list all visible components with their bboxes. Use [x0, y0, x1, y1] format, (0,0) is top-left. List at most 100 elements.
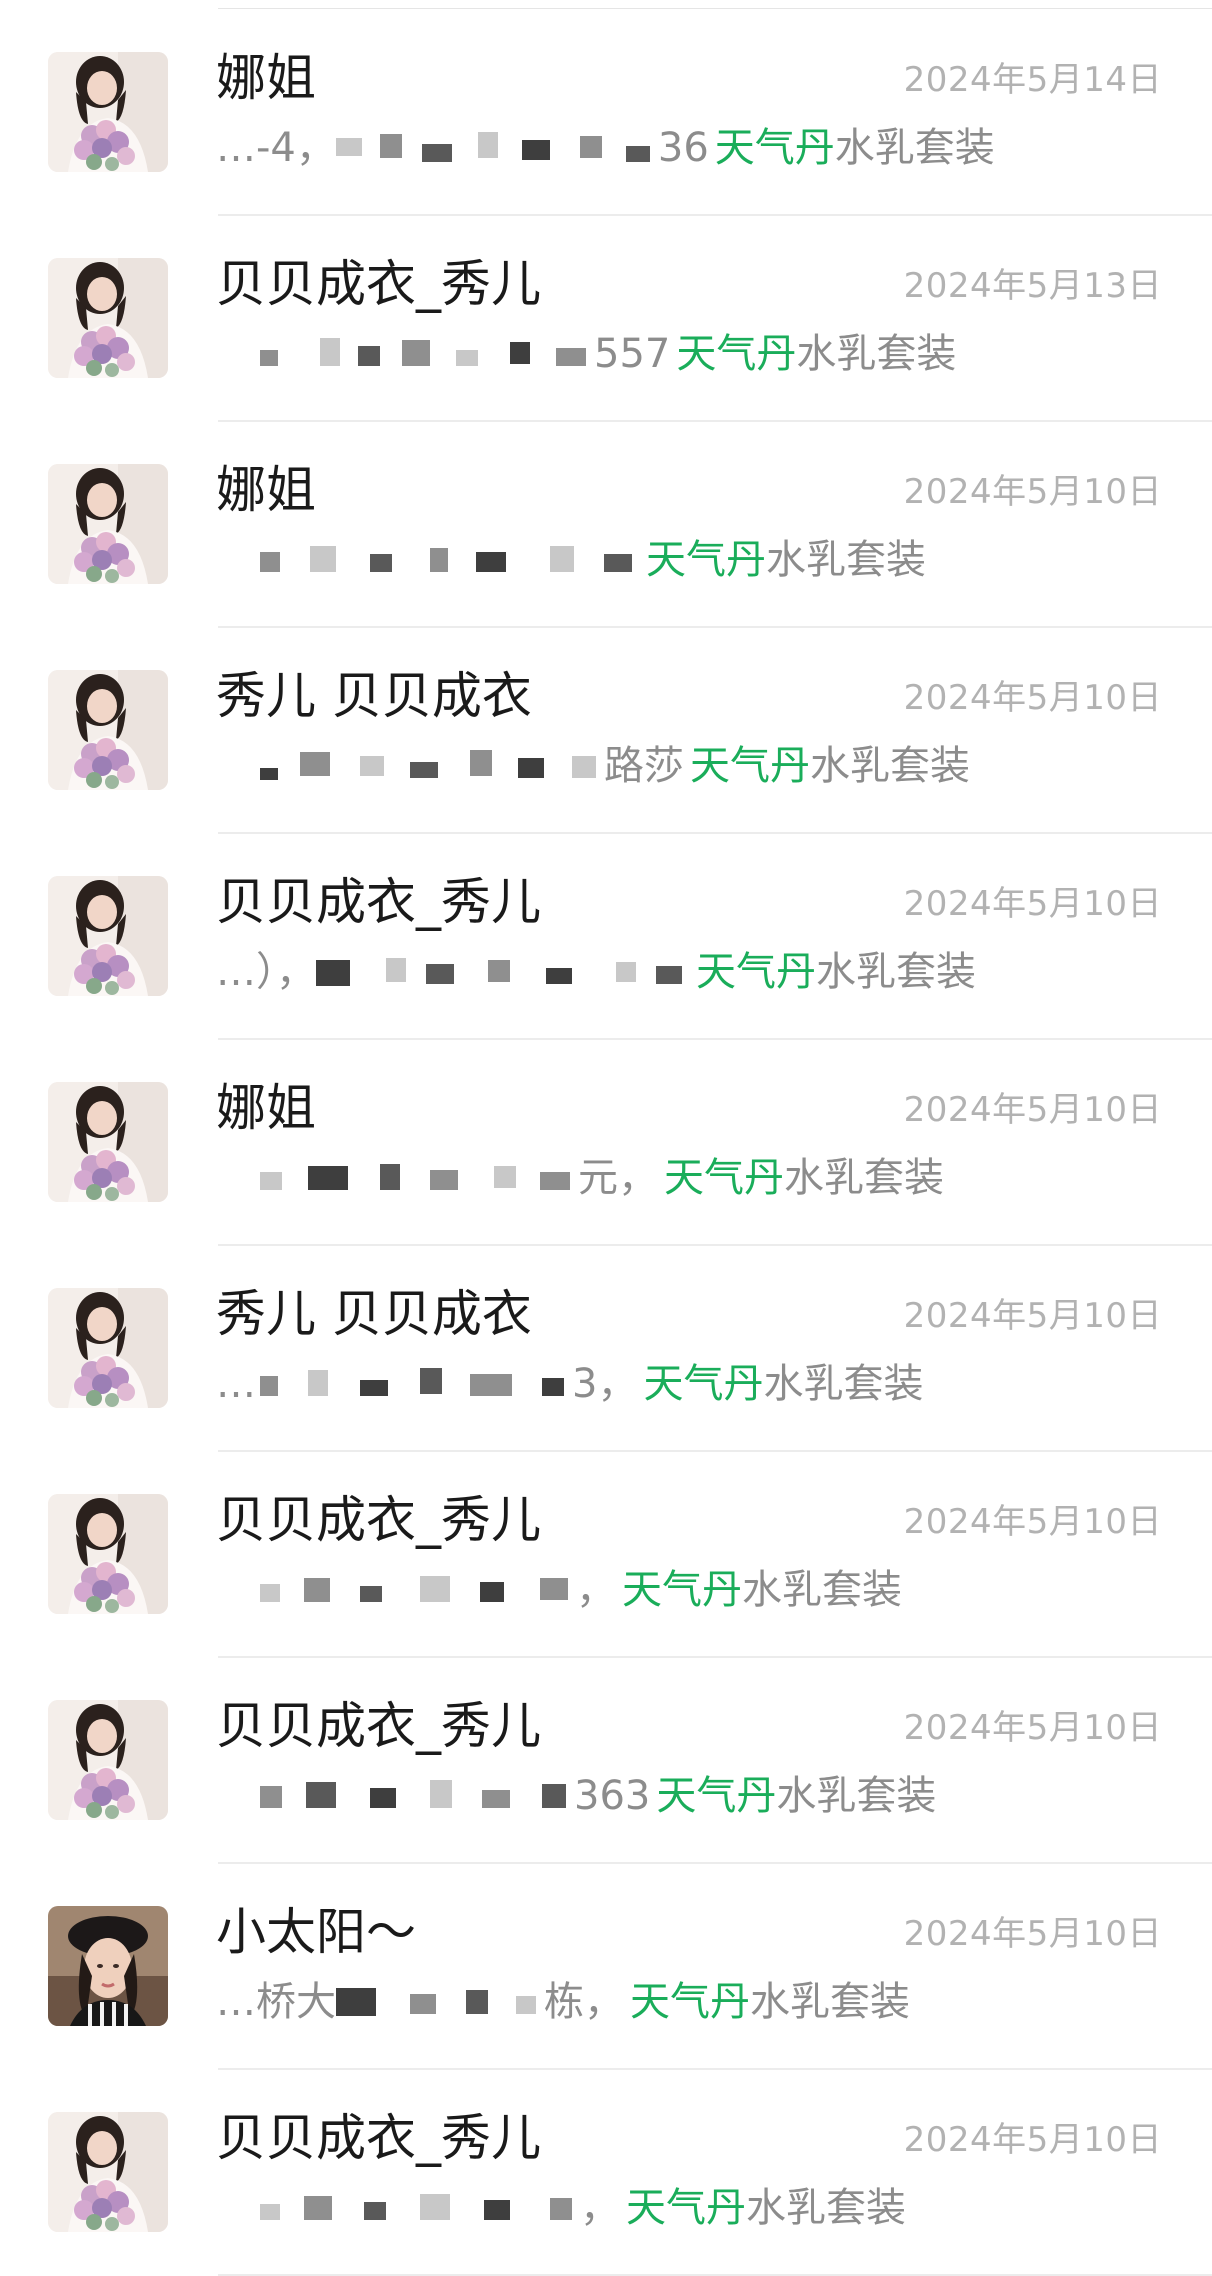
- redaction-mask: [335, 130, 650, 170]
- preview-product: 水乳套装: [816, 949, 976, 995]
- redaction-mask: [260, 1572, 568, 1612]
- avatar-image[interactable]: [48, 1082, 168, 1202]
- preview-product: 水乳套装: [766, 537, 926, 583]
- preview-product: 水乳套装: [810, 743, 970, 789]
- preview-prefix: …桥大: [216, 1979, 336, 2025]
- avatar-image[interactable]: [48, 1700, 168, 1820]
- message-preview: ，天气丹水乳套装: [216, 1562, 1116, 1618]
- chat-name: 贝贝成衣_秀儿: [216, 1697, 541, 1755]
- message-preview: 363 天气丹水乳套装: [216, 1768, 1116, 1824]
- chat-list-item[interactable]: 娜姐 2024年5月14日 …-4， 36 天气丹水乳套装: [0, 10, 1212, 216]
- avatar-image[interactable]: [48, 464, 168, 584]
- redaction-mask: [260, 1160, 570, 1200]
- message-preview: ，天气丹水乳套装: [216, 2180, 1116, 2236]
- preview-tail: 栋，: [544, 1979, 624, 2025]
- chat-search-results-list: 娜姐 2024年5月14日 …-4， 36 天气丹水乳套装 贝贝成衣_秀儿 2024年5月1…: [0, 10, 1212, 2276]
- preview-product: 水乳套装: [742, 1567, 902, 1613]
- preview-product: 水乳套装: [834, 125, 995, 171]
- chat-list-item[interactable]: 贝贝成衣_秀儿 2024年5月13日 557 天气丹水乳套装: [0, 216, 1212, 422]
- chat-name: 秀儿 贝贝成衣: [216, 667, 532, 725]
- chat-list-item[interactable]: 贝贝成衣_秀儿 2024年5月10日 ，天气丹水乳套装: [0, 2070, 1212, 2276]
- redaction-mask: [260, 2190, 572, 2230]
- redaction-mask: [260, 1366, 564, 1406]
- chat-name: 贝贝成衣_秀儿: [216, 1491, 541, 1549]
- chat-list-item[interactable]: 娜姐 2024年5月10日元， 天气丹水乳套装: [0, 1040, 1212, 1246]
- chat-date: 2024年5月10日: [903, 2120, 1162, 2160]
- redaction-mask: [260, 336, 586, 376]
- avatar-image[interactable]: [48, 1288, 168, 1408]
- chat-date: 2024年5月10日: [903, 1914, 1162, 1954]
- keyword-highlight: 天气丹: [643, 1361, 764, 1407]
- avatar-image[interactable]: [48, 670, 168, 790]
- avatar-image[interactable]: [48, 258, 168, 378]
- keyword-highlight: 天气丹: [622, 1567, 742, 1613]
- message-preview: …桥大 栋， 天气丹水乳套装: [216, 1974, 1116, 2030]
- preview-prefix: …），: [216, 949, 316, 995]
- keyword-highlight: 天气丹: [676, 331, 797, 377]
- chat-date: 2024年5月13日: [903, 266, 1162, 306]
- chat-name: 秀儿 贝贝成衣: [216, 1285, 532, 1343]
- chat-date: 2024年5月10日: [903, 1502, 1162, 1542]
- chat-name: 娜姐: [216, 1079, 316, 1137]
- avatar-image[interactable]: [48, 2112, 168, 2232]
- top-divider: [218, 8, 1212, 9]
- keyword-highlight: 天气丹: [626, 2185, 746, 2231]
- chat-name: 贝贝成衣_秀儿: [216, 873, 541, 931]
- keyword-highlight: 天气丹: [646, 537, 766, 583]
- chat-list-item[interactable]: 秀儿 贝贝成衣 2024年5月10日 … 3， 天气丹水乳套装: [0, 1246, 1212, 1452]
- keyword-highlight: 天气丹: [696, 949, 816, 995]
- chat-list-item[interactable]: 秀儿 贝贝成衣 2024年5月10日路莎 天气丹水乳套装: [0, 628, 1212, 834]
- preview-product: 水乳套装: [763, 1361, 924, 1407]
- chat-date: 2024年5月14日: [903, 60, 1162, 100]
- chat-date: 2024年5月10日: [903, 1708, 1162, 1748]
- avatar-image[interactable]: [48, 1494, 168, 1614]
- chat-date: 2024年5月10日: [903, 678, 1162, 718]
- keyword-highlight: 天气丹: [690, 743, 810, 789]
- message-preview: …）， 天气丹水乳套装: [216, 944, 1116, 1000]
- chat-list-item[interactable]: 娜姐 2024年5月10日 天气丹水乳套装: [0, 422, 1212, 628]
- preview-tail: 路莎: [604, 743, 684, 789]
- redaction-mask: [316, 954, 682, 994]
- chat-list-item[interactable]: 贝贝成衣_秀儿 2024年5月10日 ，天气丹水乳套装: [0, 1452, 1212, 1658]
- chat-list-item[interactable]: 贝贝成衣_秀儿 2024年5月10日 …）， 天气丹水乳套装: [0, 834, 1212, 1040]
- chat-date: 2024年5月10日: [903, 472, 1162, 512]
- preview-product: 水乳套装: [750, 1979, 910, 2025]
- chat-list-item[interactable]: 贝贝成衣_秀儿 2024年5月10日 363 天气丹水乳套装: [0, 1658, 1212, 1864]
- preview-tail: 元，: [578, 1155, 658, 1201]
- preview-prefix: …: [216, 1361, 256, 1407]
- message-preview: 天气丹水乳套装: [216, 532, 1116, 588]
- redaction-mask: [336, 1984, 536, 2024]
- preview-tail: 557: [594, 331, 671, 377]
- keyword-highlight: 天气丹: [664, 1155, 784, 1201]
- redaction-mask: [260, 748, 596, 788]
- message-preview: 557 天气丹水乳套装: [216, 326, 1116, 382]
- chat-list-item[interactable]: 小太阳～ 2024年5月10日 …桥大 栋， 天气丹水乳套装: [0, 1864, 1212, 2070]
- preview-product: 水乳套装: [776, 1773, 937, 1819]
- chat-name: 贝贝成衣_秀儿: [216, 2109, 541, 2167]
- preview-product: 水乳套装: [784, 1155, 944, 1201]
- avatar-image[interactable]: [48, 52, 168, 172]
- chat-name: 小太阳～: [216, 1903, 416, 1961]
- avatar-image[interactable]: [48, 1906, 168, 2026]
- chat-date: 2024年5月10日: [903, 1296, 1162, 1336]
- avatar-image[interactable]: [48, 876, 168, 996]
- chat-date: 2024年5月10日: [903, 884, 1162, 924]
- chat-name: 贝贝成衣_秀儿: [216, 255, 541, 313]
- preview-tail: ，: [576, 1567, 616, 1613]
- preview-product: 水乳套装: [796, 331, 957, 377]
- chat-date: 2024年5月10日: [903, 1090, 1162, 1130]
- keyword-highlight: 天气丹: [656, 1773, 777, 1819]
- preview-tail: 3，: [572, 1361, 638, 1407]
- keyword-highlight: 天气丹: [630, 1979, 750, 2025]
- preview-tail: 363: [574, 1773, 651, 1819]
- message-preview: … 3， 天气丹水乳套装: [216, 1356, 1116, 1412]
- preview-prefix: …-4，: [216, 125, 336, 171]
- keyword-highlight: 天气丹: [714, 125, 835, 171]
- message-preview: …-4， 36 天气丹水乳套装: [216, 120, 1116, 176]
- chat-name: 娜姐: [216, 49, 316, 107]
- preview-tail: ，: [580, 2185, 620, 2231]
- message-preview: 路莎 天气丹水乳套装: [216, 738, 1116, 794]
- preview-product: 水乳套装: [746, 2185, 906, 2231]
- message-preview: 元， 天气丹水乳套装: [216, 1150, 1116, 1206]
- redaction-mask: [260, 1778, 566, 1818]
